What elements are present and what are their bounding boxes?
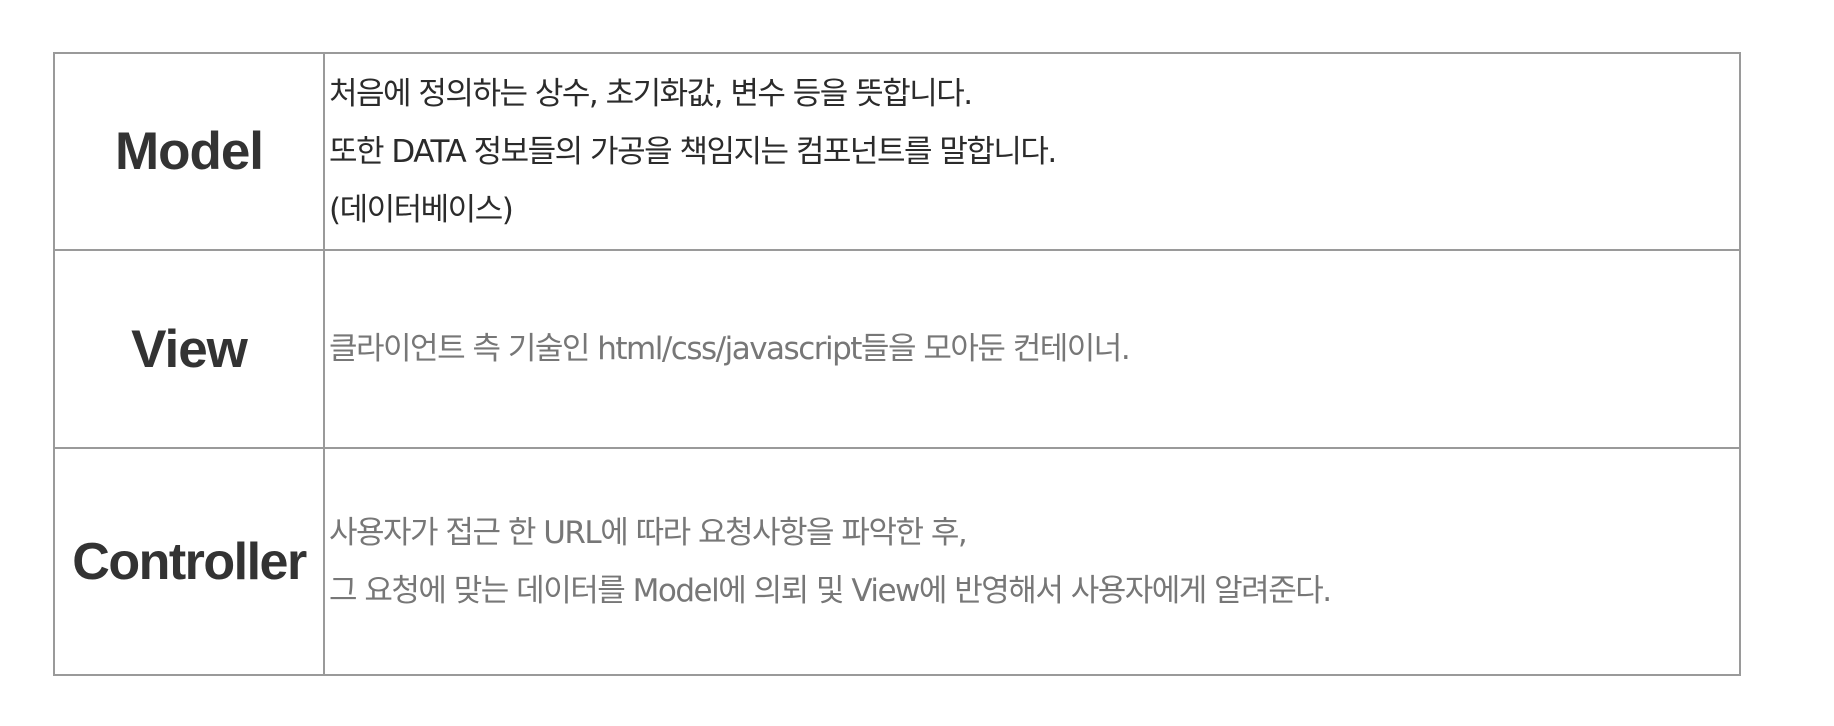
description-controller: 사용자가 접근 한 URL에 따라 요청사항을 파악한 후, 그 요청에 맞는 … <box>323 447 1741 676</box>
mvc-table: Model 처음에 정의하는 상수, 초기화값, 변수 등을 뜻합니다. 또한 … <box>53 52 1741 676</box>
description-line: 처음에 정의하는 상수, 초기화값, 변수 등을 뜻합니다. <box>329 75 973 112</box>
table-row-controller: Controller 사용자가 접근 한 URL에 따라 요청사항을 파악한 후… <box>53 447 1741 676</box>
description-model: 처음에 정의하는 상수, 초기화값, 변수 등을 뜻합니다. 또한 DATA 정… <box>323 52 1741 251</box>
description-line: 클라이언트 측 기술인 html/css/javascript들을 모아둔 컨테… <box>329 331 1131 367</box>
term-view: View <box>53 249 325 449</box>
table-row-model: Model 처음에 정의하는 상수, 초기화값, 변수 등을 뜻합니다. 또한 … <box>53 52 1741 251</box>
table-row-view: View 클라이언트 측 기술인 html/css/javascript들을 모… <box>53 249 1741 449</box>
description-line: 또한 DATA 정보들의 가공을 책임지는 컴포넌트를 말합니다. <box>329 133 1057 170</box>
term-controller: Controller <box>53 447 325 676</box>
description-line: (데이터베이스) <box>329 191 514 228</box>
description-line: 그 요청에 맞는 데이터를 Model에 의뢰 및 View에 반영해서 사용자… <box>329 572 1332 609</box>
description-view: 클라이언트 측 기술인 html/css/javascript들을 모아둔 컨테… <box>323 249 1741 449</box>
description-line: 사용자가 접근 한 URL에 따라 요청사항을 파악한 후, <box>329 514 968 551</box>
term-model: Model <box>53 52 325 251</box>
